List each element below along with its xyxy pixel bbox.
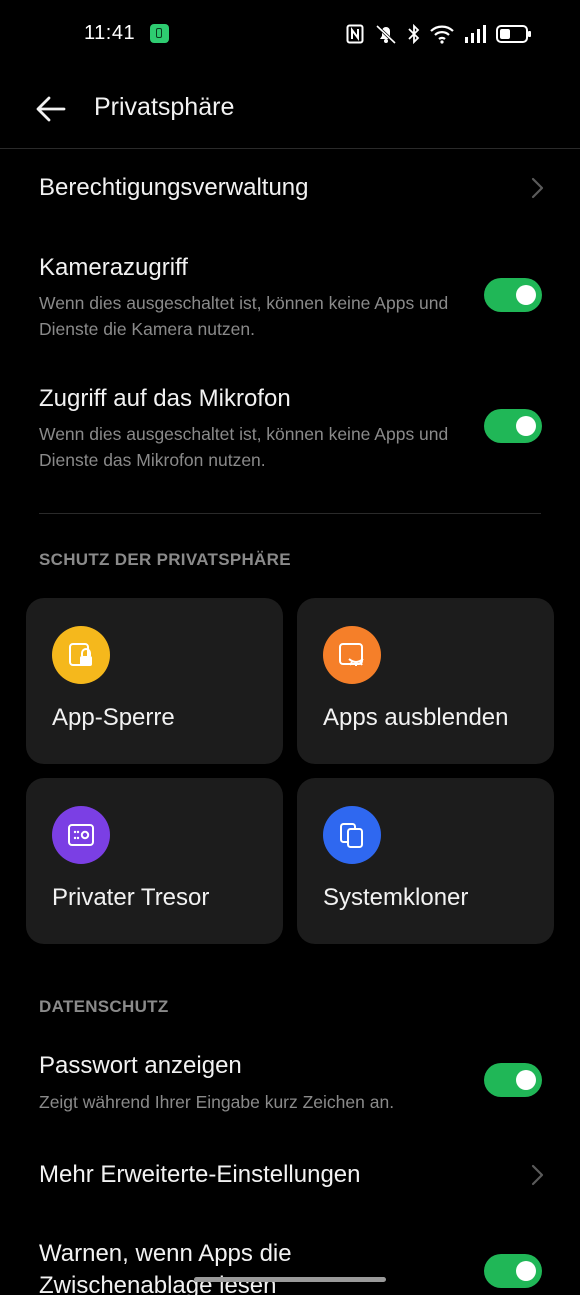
mute-icon (375, 24, 397, 45)
clipboard-warning-toggle[interactable] (484, 1254, 542, 1288)
arrow-left-icon[interactable] (34, 92, 68, 126)
status-icons (346, 22, 532, 46)
more-advanced-settings-title: Mehr Erweiterte-Einstellungen (39, 1161, 361, 1188)
chevron-right-icon (531, 177, 544, 199)
toggle-knob (516, 416, 536, 436)
clipboard-warning-title-line2: Zwischenablage lesen (39, 1272, 277, 1295)
status-time: 11:41 (84, 22, 136, 44)
clipboard-warning-title-line1: Warnen, wenn Apps die (39, 1240, 292, 1267)
private-safe-card[interactable]: Privater Tresor (26, 778, 283, 944)
microphone-access-subtitle: Wenn dies ausgeschaltet ist, können kein… (39, 424, 449, 470)
hide-apps-icon (323, 626, 381, 684)
toggle-knob (516, 1261, 536, 1281)
wifi-icon (430, 25, 454, 44)
page-title: Privatsphäre (94, 93, 235, 121)
permission-management-title: Berechtigungsverwaltung (39, 174, 309, 201)
app-lock-icon (52, 626, 110, 684)
microphone-access-title: Zugriff auf das Mikrofon (39, 385, 291, 412)
privacy-protection-section-title: SCHUTZ DER PRIVATSPHÄRE (39, 550, 291, 569)
toggle-knob (516, 1070, 536, 1090)
chevron-right-icon (531, 1164, 544, 1186)
section-divider (39, 513, 541, 514)
show-password-toggle[interactable] (484, 1063, 542, 1097)
app-lock-card[interactable]: App-Sperre (26, 598, 283, 764)
permission-management-row[interactable]: Berechtigungsverwaltung (0, 150, 580, 228)
more-advanced-settings-row[interactable]: Mehr Erweiterte-Einstellungen (0, 1140, 580, 1210)
private-safe-icon (52, 806, 110, 864)
clipboard-warning-row[interactable]: Warnen, wenn Apps die Zwischenablage les… (0, 1230, 580, 1295)
camera-access-subtitle: Wenn dies ausgeschaltet ist, können kein… (39, 293, 449, 339)
private-safe-label: Privater Tresor (52, 884, 210, 911)
signal-icon (465, 25, 486, 43)
battery-icon (496, 25, 531, 43)
system-cloner-card[interactable]: Systemkloner (297, 778, 554, 944)
app-lock-label: App-Sperre (52, 704, 175, 731)
system-cloner-label: Systemkloner (323, 884, 469, 911)
camera-access-title: Kamerazugriff (39, 254, 188, 281)
camera-access-toggle[interactable] (484, 278, 542, 312)
app-header: Privatsphäre (0, 70, 580, 149)
camera-access-row[interactable]: Kamerazugriff Wenn dies ausgeschaltet is… (0, 240, 580, 350)
home-indicator[interactable] (194, 1277, 386, 1282)
show-password-row[interactable]: Passwort anzeigen Zeigt während Ihrer Ei… (0, 1040, 580, 1128)
toggle-knob (516, 285, 536, 305)
nfc-icon (346, 24, 364, 44)
microphone-access-toggle[interactable] (484, 409, 542, 443)
show-password-title: Passwort anzeigen (39, 1052, 242, 1079)
data-protection-section-title: DATENSCHUTZ (39, 997, 169, 1016)
hide-apps-label: Apps ausblenden (323, 704, 509, 731)
microphone-access-row[interactable]: Zugriff auf das Mikrofon Wenn dies ausge… (0, 371, 580, 481)
show-password-subtitle: Zeigt während Ihrer Eingabe kurz Zeichen… (39, 1092, 395, 1112)
app-notification-icon (150, 24, 169, 43)
status-bar: 11:41 (0, 0, 580, 68)
system-cloner-icon (323, 806, 381, 864)
bluetooth-icon (408, 24, 420, 44)
hide-apps-card[interactable]: Apps ausblenden (297, 598, 554, 764)
